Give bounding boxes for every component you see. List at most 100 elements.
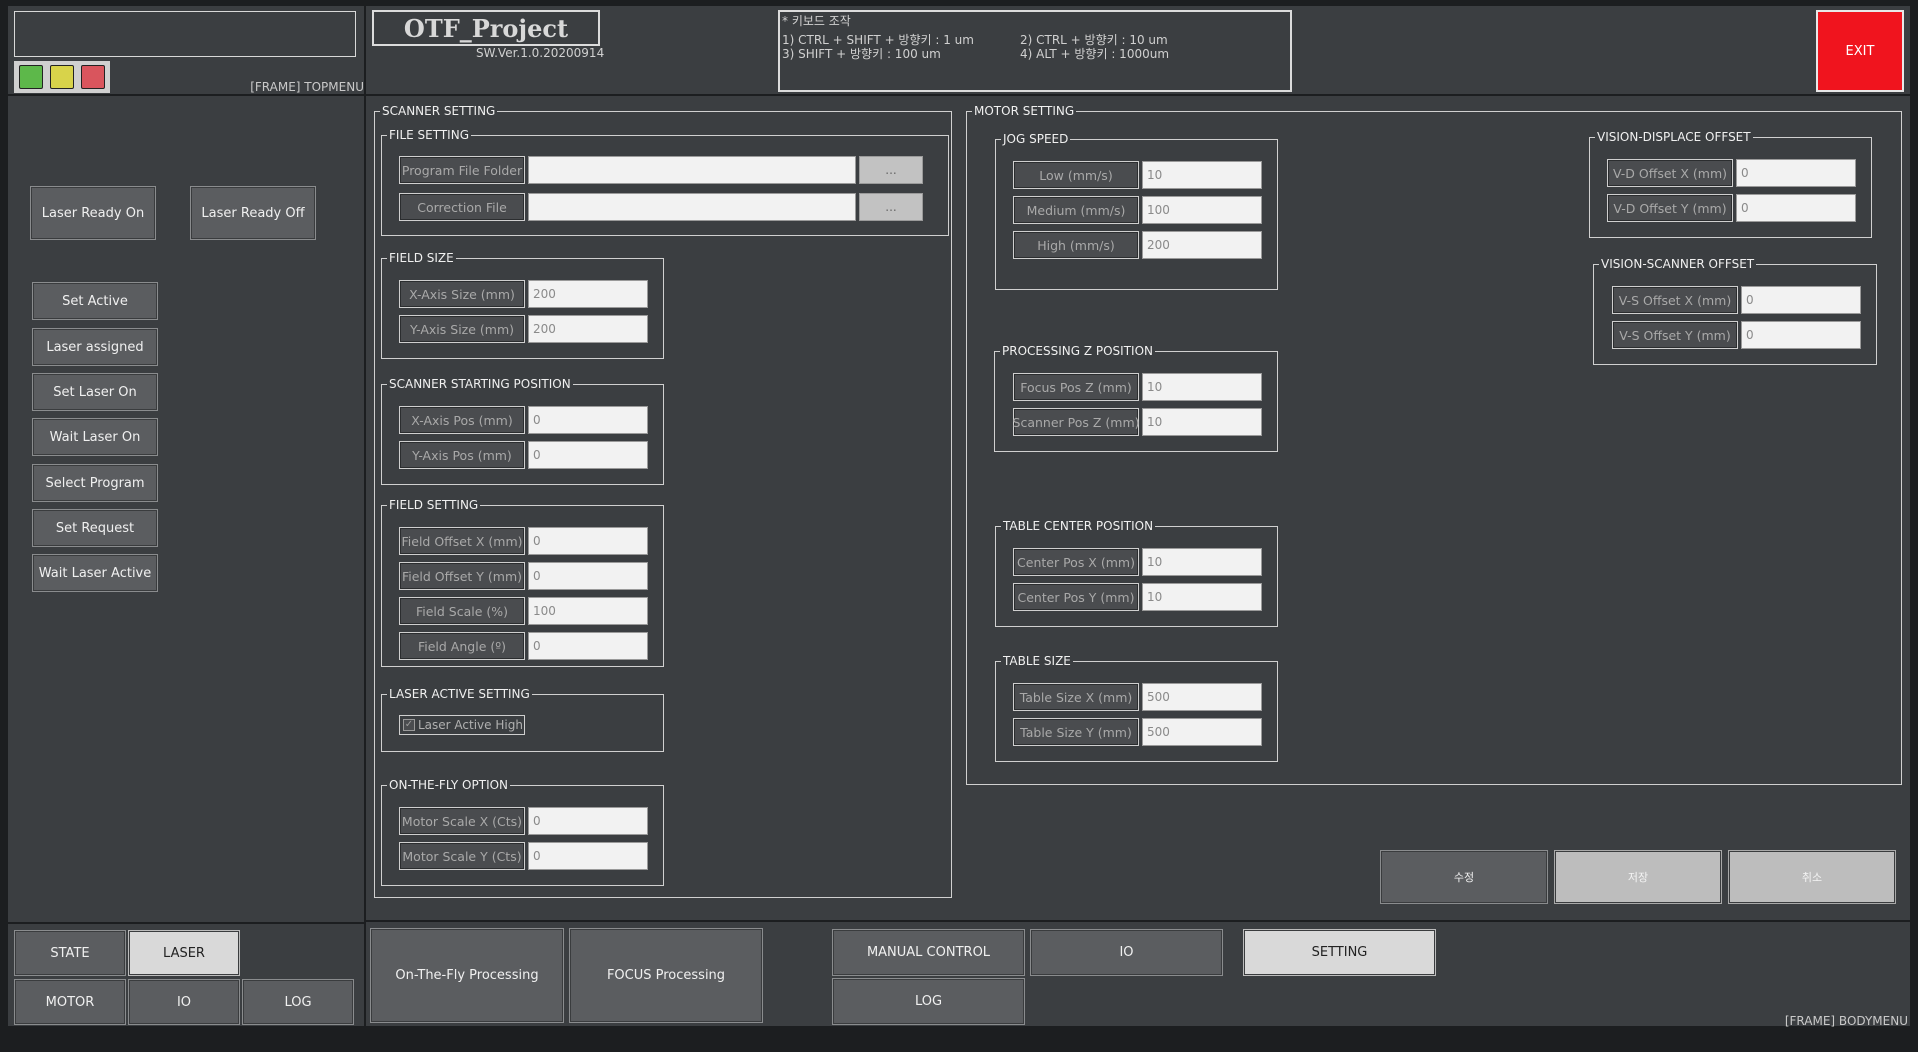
field-setting-title: FIELD SETTING (387, 498, 481, 512)
scanner-pos-z-label: Scanner Pos Z (mm) (1013, 408, 1140, 436)
bodymenu-frame-label: [FRAME] BODYMENU (1784, 1014, 1908, 1028)
laser-active-high-checkbox[interactable]: ✓ Laser Active High (399, 715, 525, 735)
program-folder-browse-button[interactable]: ... (859, 156, 923, 184)
jog-low-label: Low (mm/s) (1013, 161, 1139, 189)
focus-pos-z-label: Focus Pos Z (mm) (1013, 373, 1139, 401)
y-axis-size-input[interactable] (528, 315, 648, 343)
laser-ready-on-button[interactable]: Laser Ready On (30, 186, 156, 240)
otf-option-group: ON-THE-FLY OPTION Motor Scale X (Cts) Mo… (381, 778, 664, 886)
set-active-button[interactable]: Set Active (32, 282, 158, 320)
scanner-setting-title: SCANNER SETTING (380, 104, 498, 118)
vs-offset-x-input[interactable] (1741, 286, 1861, 314)
version-text: SW.Ver.1.0.20200914 (476, 46, 605, 60)
processing-z-title: PROCESSING Z POSITION (1000, 344, 1156, 358)
field-angle-label: Field Angle (º) (399, 632, 525, 660)
vd-offset-x-label: V-D Offset X (mm) (1607, 159, 1733, 187)
correction-file-browse-button[interactable]: ... (859, 193, 923, 221)
motor-scale-y-label: Motor Scale Y (Cts) (399, 842, 525, 870)
table-size-x-input[interactable] (1142, 683, 1262, 711)
field-offset-y-label: Field Offset Y (mm) (399, 562, 525, 590)
cancel-button[interactable]: 취소 (1728, 850, 1896, 904)
laser-active-setting-group: LASER ACTIVE SETTING ✓ Laser Active High (381, 687, 664, 752)
focus-pos-z-input[interactable] (1142, 373, 1262, 401)
x-axis-size-input[interactable] (528, 280, 648, 308)
y-axis-pos-label: Y-Axis Pos (mm) (399, 441, 525, 469)
set-request-button[interactable]: Set Request (32, 509, 158, 547)
keyboard-help-line2-left: 3) SHIFT + 방향키 : 100 um (782, 47, 941, 61)
jog-high-input[interactable] (1142, 231, 1262, 259)
x-axis-pos-input[interactable] (528, 406, 648, 434)
jog-low-input[interactable] (1142, 161, 1262, 189)
vs-offset-y-input[interactable] (1741, 321, 1861, 349)
otf-option-title: ON-THE-FLY OPTION (387, 778, 511, 792)
table-size-y-input[interactable] (1142, 718, 1262, 746)
save-button[interactable]: 저장 (1554, 850, 1722, 904)
top-left-panel: [FRAME] TOPMENU (8, 6, 364, 94)
top-main-panel: OTF_Project SW.Ver.1.0.20200914 * 키보드 조작… (366, 6, 1910, 94)
field-scale-label: Field Scale (%) (399, 597, 525, 625)
vd-offset-y-input[interactable] (1736, 194, 1856, 222)
set-laser-on-button[interactable]: Set Laser On (32, 373, 158, 411)
led-green-icon (19, 65, 43, 89)
otf-processing-button[interactable]: On-The-Fly Processing (370, 928, 564, 1023)
vision-scanner-title: VISION-SCANNER OFFSET (1599, 257, 1757, 271)
bottom-left-tabs-panel: STATE LASER MOTOR IO LOG (8, 924, 364, 1026)
motor-scale-x-input[interactable] (528, 807, 648, 835)
laser-active-high-label: Laser Active High (418, 718, 523, 732)
tab-io[interactable]: IO (128, 979, 240, 1025)
center-pos-y-input[interactable] (1142, 583, 1262, 611)
center-pos-y-label: Center Pos Y (mm) (1013, 583, 1139, 611)
log-button[interactable]: LOG (832, 978, 1025, 1025)
wait-laser-active-button[interactable]: Wait Laser Active (32, 554, 158, 592)
vd-offset-y-label: V-D Offset Y (mm) (1607, 194, 1733, 222)
field-angle-input[interactable] (528, 632, 648, 660)
led-yellow-icon (50, 65, 74, 89)
scanner-pos-z-input[interactable] (1142, 408, 1262, 436)
tab-laser[interactable]: LASER (128, 930, 240, 976)
field-offset-x-label: Field Offset X (mm) (399, 527, 525, 555)
keyboard-help-line1-right: 2) CTRL + 방향키 : 10 um (1020, 33, 1168, 47)
tab-log[interactable]: LOG (242, 979, 354, 1025)
topmenu-frame-label: [FRAME] TOPMENU (250, 80, 364, 94)
file-setting-group: FILE SETTING Program File Folder ... Cor… (381, 128, 949, 236)
table-center-title: TABLE CENTER POSITION (1001, 519, 1156, 533)
correction-file-input[interactable] (528, 193, 856, 221)
x-axis-pos-label: X-Axis Pos (mm) (399, 406, 525, 434)
table-size-group: TABLE SIZE Table Size X (mm) Table Size … (995, 654, 1278, 762)
laser-assigned-button[interactable]: Laser assigned (32, 328, 158, 366)
vd-offset-x-input[interactable] (1736, 159, 1856, 187)
center-pos-x-input[interactable] (1142, 548, 1262, 576)
field-offset-x-input[interactable] (528, 527, 648, 555)
bottom-body-menu: On-The-Fly Processing FOCUS Processing M… (366, 922, 1910, 1028)
y-axis-pos-input[interactable] (528, 441, 648, 469)
manual-control-button[interactable]: MANUAL CONTROL (832, 929, 1025, 976)
field-size-group: FIELD SIZE X-Axis Size (mm) Y-Axis Size … (381, 251, 664, 359)
motor-scale-x-label: Motor Scale X (Cts) (399, 807, 525, 835)
exit-button[interactable]: EXIT (1816, 10, 1904, 92)
x-axis-size-label: X-Axis Size (mm) (399, 280, 525, 308)
program-file-folder-input[interactable] (528, 156, 856, 184)
vision-displace-group: VISION-DISPLACE OFFSET V-D Offset X (mm)… (1589, 130, 1872, 238)
laser-active-setting-title: LASER ACTIVE SETTING (387, 687, 532, 701)
field-scale-input[interactable] (528, 597, 648, 625)
motor-scale-y-input[interactable] (528, 842, 648, 870)
table-size-title: TABLE SIZE (1001, 654, 1073, 668)
tab-motor[interactable]: MOTOR (14, 979, 126, 1025)
field-offset-y-input[interactable] (528, 562, 648, 590)
tab-state[interactable]: STATE (14, 930, 126, 976)
processing-z-group: PROCESSING Z POSITION Focus Pos Z (mm) S… (994, 344, 1278, 452)
wait-laser-on-button[interactable]: Wait Laser On (32, 418, 158, 456)
focus-processing-button[interactable]: FOCUS Processing (569, 928, 763, 1023)
edit-button[interactable]: 수정 (1380, 850, 1548, 904)
laser-ready-off-button[interactable]: Laser Ready Off (190, 186, 316, 240)
select-program-button[interactable]: Select Program (32, 464, 158, 502)
center-pos-x-label: Center Pos X (mm) (1013, 548, 1139, 576)
file-setting-title: FILE SETTING (387, 128, 471, 142)
table-size-y-label: Table Size Y (mm) (1013, 718, 1139, 746)
io-button[interactable]: IO (1030, 929, 1223, 976)
app-title: OTF_Project (372, 10, 600, 46)
jog-speed-group: JOG SPEED Low (mm/s) Medium (mm/s) High … (995, 132, 1278, 290)
setting-button[interactable]: SETTING (1243, 929, 1436, 976)
jog-medium-input[interactable] (1142, 196, 1262, 224)
vs-offset-x-label: V-S Offset X (mm) (1612, 286, 1738, 314)
